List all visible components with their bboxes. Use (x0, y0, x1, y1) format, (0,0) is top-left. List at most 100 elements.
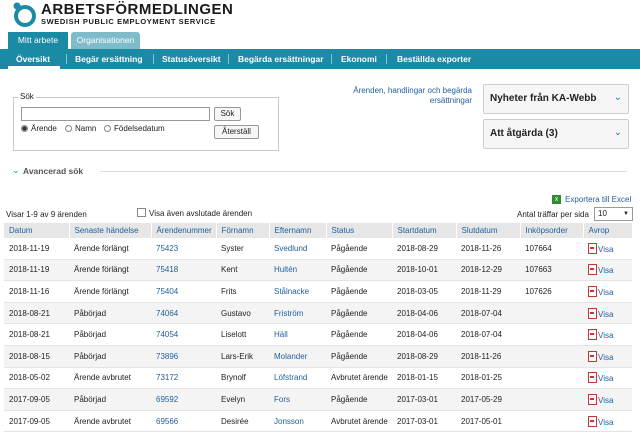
lastname-link[interactable]: Löfstrand (274, 373, 307, 382)
case-number-link[interactable]: 74064 (156, 309, 178, 318)
column-header[interactable]: Slutdatum (456, 223, 521, 238)
search-button[interactable]: Sök (214, 107, 241, 121)
case-number-link[interactable]: 75423 (156, 244, 178, 253)
cell-text: 2018-12-29 (461, 265, 502, 275)
per-page-value: 10 (598, 209, 607, 218)
cell-text: 2018-10-01 (397, 265, 438, 275)
view-avrop-link[interactable]: Visa (598, 266, 613, 275)
view-avrop-link[interactable]: Visa (598, 374, 613, 383)
table-cell: Pågående (326, 259, 392, 282)
panel-att-atgarda[interactable]: Att åtgärda (3) ⌄ (483, 119, 629, 149)
reset-button[interactable]: Återställ (214, 125, 259, 139)
cell-text: Liselott (221, 330, 247, 340)
nav-item-statusoversikt[interactable]: Statusöversikt (162, 49, 221, 69)
lastname-link[interactable]: Häll (274, 330, 288, 339)
search-legend: Sök (18, 92, 36, 101)
tab-organisationen[interactable]: Organisationen (71, 32, 140, 49)
column-header[interactable]: Datum (4, 223, 70, 238)
column-header[interactable]: Startdatum (392, 223, 457, 238)
table-cell: Lars-Erik (216, 345, 269, 368)
case-number-link[interactable]: 73172 (156, 373, 178, 382)
table-row: 2018-05-02 Ärende avbrutet 73172 Brynolf Löf… (4, 367, 632, 390)
column-header[interactable]: Status (326, 223, 393, 238)
main-nav: Översikt Begär ersättning Statusöversikt… (0, 49, 640, 69)
cases-table: Datum Senaste händelse Ärendenummer Förnamn… (4, 223, 633, 433)
view-avrop-link[interactable]: Visa (598, 331, 613, 340)
export-excel-link[interactable]: Exportera till Excel (565, 195, 631, 204)
nav-item-begarda-ersattningar[interactable]: Begärda ersättningar (238, 49, 324, 69)
pdf-icon[interactable] (588, 285, 597, 297)
cell-text: 2018-04-06 (397, 330, 438, 340)
cell-text: Ärende förlängt (74, 265, 129, 275)
divider (100, 171, 627, 172)
excel-icon[interactable]: x (552, 195, 561, 204)
case-number-link[interactable]: 73896 (156, 352, 178, 361)
tab-mitt-arbete[interactable]: Mitt arbete (8, 32, 68, 49)
table-cell: Jonsson (269, 410, 326, 433)
view-avrop-link[interactable]: Visa (598, 245, 613, 254)
radio-namn[interactable]: Namn (65, 124, 96, 134)
lastname-link[interactable]: Jonsson (274, 417, 304, 426)
nav-item-ekonomi[interactable]: Ekonomi (341, 49, 377, 69)
column-header[interactable]: Avrop (583, 223, 633, 238)
view-avrop-link[interactable]: Visa (598, 396, 613, 405)
column-header[interactable]: Senaste händelse (69, 223, 152, 238)
column-header[interactable]: Inköpsorder (520, 223, 584, 238)
table-cell: 74054 (151, 323, 216, 346)
chevron-down-icon[interactable]: ⌄ (12, 165, 20, 176)
lastname-link[interactable]: Hultén (274, 265, 297, 274)
column-header[interactable]: Efternamn (269, 223, 327, 238)
lastname-link[interactable]: Svedlund (274, 244, 307, 253)
radio-unselected-icon (65, 125, 72, 132)
show-closed-checkbox[interactable]: Visa även avslutade ärenden (137, 208, 252, 218)
radio-fodelsedatum[interactable]: Födelsedatum (104, 124, 165, 134)
case-number-link[interactable]: 69592 (156, 395, 178, 404)
lastname-link[interactable]: Friström (274, 309, 303, 318)
view-avrop-link[interactable]: Visa (598, 310, 613, 319)
table-cell: 74064 (151, 302, 216, 325)
cell-text: 2018-03-05 (397, 286, 438, 296)
pdf-icon[interactable] (588, 393, 597, 405)
pdf-icon[interactable] (588, 372, 597, 384)
case-number-link[interactable]: 75418 (156, 265, 178, 274)
panel-title: Nyheter från KA-Webb (490, 93, 597, 104)
view-avrop-link[interactable]: Visa (598, 418, 613, 427)
lastname-link[interactable]: Stålnacke (274, 287, 309, 296)
cell-text: Avbrutet ärende (331, 373, 388, 383)
chevron-down-icon: ⌄ (613, 92, 622, 103)
case-number-link[interactable]: 74054 (156, 330, 178, 339)
pdf-icon[interactable] (588, 307, 597, 319)
case-number-link[interactable]: 69566 (156, 417, 178, 426)
view-avrop-link[interactable]: Visa (598, 288, 613, 297)
search-input[interactable] (21, 107, 210, 121)
nav-item-begar-ersattning[interactable]: Begär ersättning (75, 49, 143, 69)
column-header[interactable]: Ärendenummer (151, 223, 217, 238)
per-page-select[interactable]: 10 ▼ (594, 207, 633, 221)
table-cell: 75418 (151, 259, 216, 282)
cell-text: 107626 (525, 286, 552, 296)
radio-arende[interactable]: Ärende (21, 124, 57, 134)
nav-item-bestallda-exporter[interactable]: Beställda exporter (397, 49, 471, 69)
column-header[interactable]: Förnamn (216, 223, 270, 238)
pdf-icon[interactable] (588, 415, 597, 427)
table-cell: Frits (216, 280, 269, 303)
cases-documents-link[interactable]: Ärenden, handlingar och begärda ersättni… (332, 86, 472, 106)
table-row: 2018-11-19 Ärende förlängt 75423 Syster Sved… (4, 238, 632, 260)
lastname-link[interactable]: Fors (274, 395, 290, 404)
lastname-link[interactable]: Molander (274, 352, 307, 361)
pdf-icon[interactable] (588, 350, 597, 362)
cell-text: 2018-01-15 (397, 373, 438, 383)
pdf-icon[interactable] (588, 242, 597, 254)
table-cell: Ärende förlängt (69, 280, 151, 303)
table-cell: 2017-09-05 (4, 410, 69, 433)
panel-nyheter[interactable]: Nyheter från KA-Webb ⌄ (483, 84, 629, 114)
table-cell: 2018-08-21 (4, 302, 69, 325)
pdf-icon[interactable] (588, 264, 597, 276)
case-number-link[interactable]: 75404 (156, 287, 178, 296)
cell-text: Evelyn (221, 394, 246, 404)
pdf-icon[interactable] (588, 329, 597, 341)
table-cell: 2017-05-29 (456, 388, 520, 411)
radio-selected-icon (21, 125, 28, 132)
view-avrop-link[interactable]: Visa (598, 353, 613, 362)
advanced-search-toggle[interactable]: Avancerad sök (23, 166, 83, 176)
